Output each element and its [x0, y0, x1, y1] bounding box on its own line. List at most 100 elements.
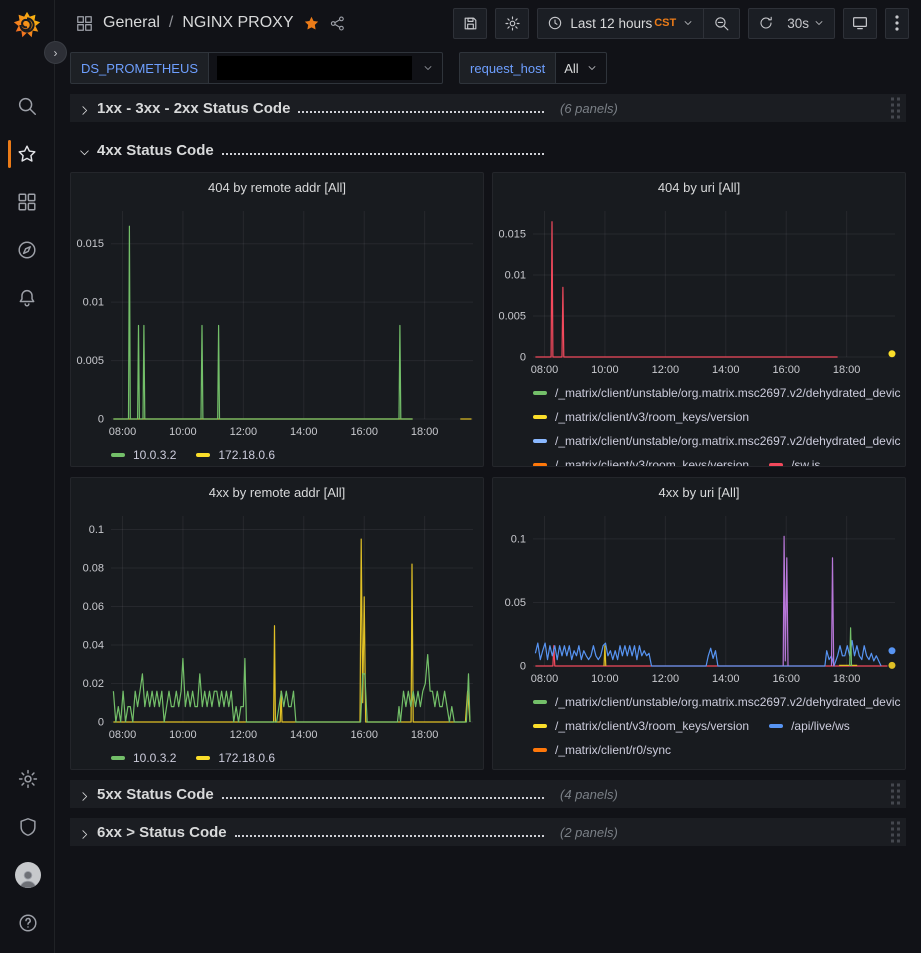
row-drag-handle[interactable] [891, 822, 900, 843]
sidebar-item-search[interactable] [0, 82, 55, 130]
row-dotted-leader [222, 797, 544, 799]
chart-canvas-404-remote-addr[interactable]: 08:0010:0012:0014:0016:0018:0000.0050.01… [71, 203, 483, 441]
legend-swatch [769, 724, 783, 728]
panel-title[interactable]: 4xx by uri [All] [493, 478, 905, 508]
legend-item[interactable]: 172.18.0.6 [196, 751, 275, 765]
legend-swatch [769, 463, 783, 467]
compass-icon [16, 239, 38, 261]
dashboard-variables-bar: DS_PROMETHEUS request_host All [55, 46, 921, 90]
chart-canvas-404-uri[interactable]: 08:0010:0012:0014:0016:0018:0000.0050.01… [493, 203, 905, 379]
legend-item[interactable]: /_matrix/client/v3/room_keys/version [533, 458, 749, 467]
legend-item[interactable]: /_matrix/client/v3/room_keys/version [533, 410, 749, 424]
sidebar-item-alerting[interactable] [0, 274, 55, 322]
legend-row: 10.0.3.2 172.18.0.6 [111, 746, 479, 770]
panel-title[interactable]: 404 by uri [All] [493, 173, 905, 203]
legend-swatch [533, 700, 547, 704]
chart-canvas-4xx-uri[interactable]: 08:0010:0012:0014:0016:0018:0000.050.1 [493, 508, 905, 688]
kebab-icon [895, 15, 899, 31]
svg-text:12:00: 12:00 [230, 426, 258, 438]
save-dashboard-button[interactable] [453, 8, 487, 39]
legend-label: /sw.js [791, 458, 820, 467]
row-dotted-leader [298, 111, 544, 113]
row-drag-handle[interactable] [891, 784, 900, 805]
gear-icon [17, 768, 39, 790]
dashboard-canvas: 1xx - 3xx - 2xx Status Code (6 panels) 4… [55, 90, 921, 953]
sidebar: › [0, 0, 55, 953]
refresh-interval-dropdown[interactable]: 30s [783, 9, 834, 38]
panel-404-by-uri: 404 by uri [All] 08:0010:0012:0014:0016:… [492, 172, 906, 467]
legend-item[interactable]: /_matrix/client/unstable/org.matrix.msc2… [533, 767, 901, 770]
row-dotted-leader [222, 153, 544, 155]
legend-item[interactable]: 10.0.3.2 [111, 448, 176, 462]
legend-item[interactable]: /api/live/ws [769, 719, 850, 733]
dashboard-settings-button[interactable] [495, 8, 529, 39]
legend-item[interactable]: /_matrix/client/unstable/org.matrix.msc2… [533, 695, 901, 709]
row-dotted-leader [235, 835, 544, 837]
sidebar-item-dashboards[interactable] [0, 178, 55, 226]
legend-row: /_matrix/client/r0/sync [533, 738, 901, 762]
svg-text:10:00: 10:00 [591, 673, 619, 685]
sidebar-item-starred[interactable] [0, 130, 55, 178]
gear-icon [504, 15, 521, 32]
legend-label: /api/live/ws [791, 719, 850, 733]
row-drag-handle[interactable] [891, 98, 900, 119]
legend-item[interactable]: /sw.js [769, 458, 820, 467]
panel-title[interactable]: 4xx by remote addr [All] [71, 478, 483, 508]
svg-text:0: 0 [98, 717, 104, 729]
breadcrumb-title[interactable]: NGINX PROXY [182, 14, 293, 32]
legend-label: 10.0.3.2 [133, 448, 176, 462]
refresh-interval-value: 30s [787, 16, 809, 31]
row-1xx-3xx-2xx[interactable]: 1xx - 3xx - 2xx Status Code (6 panels) [70, 94, 906, 122]
datasource-variable-dropdown[interactable] [209, 52, 443, 84]
legend-swatch [111, 756, 125, 760]
svg-text:08:00: 08:00 [109, 729, 137, 741]
sidebar-item-configuration[interactable] [0, 755, 55, 803]
legend-item[interactable]: /_matrix/client/unstable/org.matrix.msc2… [533, 386, 901, 400]
row-5xx[interactable]: 5xx Status Code (4 panels) [70, 780, 906, 808]
legend-swatch [533, 748, 547, 752]
sidebar-item-profile[interactable] [0, 851, 55, 899]
legend-item[interactable]: /_matrix/client/unstable/org.matrix.msc2… [533, 434, 901, 448]
time-range-picker[interactable]: Last 12 hours CST [538, 9, 703, 38]
more-options-button[interactable] [885, 8, 909, 39]
row-title: 5xx Status Code [97, 786, 214, 803]
legend-item[interactable]: 172.18.0.6 [196, 448, 275, 462]
svg-text:0: 0 [520, 661, 526, 673]
chevron-down-icon [78, 146, 91, 159]
panel-title[interactable]: 404 by remote addr [All] [71, 173, 483, 203]
grafana-logo[interactable] [12, 10, 42, 40]
row-4xx[interactable]: 4xx Status Code [70, 136, 906, 164]
datasource-variable-value-redacted [217, 56, 412, 80]
tv-mode-button[interactable] [843, 8, 877, 39]
sidebar-item-server-admin[interactable] [0, 803, 55, 851]
sidebar-item-explore[interactable] [0, 226, 55, 274]
favorite-star-icon[interactable] [303, 15, 320, 32]
legend-row: /_matrix/client/v3/room_keys/version/sw.… [533, 453, 901, 467]
panel-4xx-by-uri: 4xx by uri [All] 08:0010:0012:0014:0016:… [492, 477, 906, 770]
monitor-icon [851, 14, 869, 32]
refresh-button[interactable] [749, 9, 783, 38]
row-panel-count: (4 panels) [560, 787, 618, 802]
legend-item[interactable]: /_matrix/client/r0/sync [533, 743, 671, 757]
sidebar-expand-button[interactable]: › [44, 41, 67, 64]
panel-404-by-remote-addr: 404 by remote addr [All] 08:0010:0012:00… [70, 172, 484, 467]
legend-swatch [196, 756, 210, 760]
request-host-variable-dropdown[interactable]: All [556, 52, 606, 84]
chart-canvas-4xx-remote-addr[interactable]: 08:0010:0012:0014:0016:0018:0000.020.040… [71, 508, 483, 744]
legend-label: /_matrix/client/r0/sync [555, 743, 671, 757]
breadcrumb-section[interactable]: General [103, 14, 160, 32]
chart-legend: 10.0.3.2 172.18.0.6 [71, 441, 483, 467]
legend-label: /_matrix/client/unstable/org.matrix.msc2… [555, 386, 901, 400]
share-icon[interactable] [329, 15, 346, 32]
zoom-out-button[interactable] [704, 9, 739, 38]
chevron-down-icon [682, 17, 694, 29]
legend-swatch [533, 415, 547, 419]
legend-item[interactable]: 10.0.3.2 [111, 751, 176, 765]
row-6xx[interactable]: 6xx > Status Code (2 panels) [70, 818, 906, 846]
sidebar-item-help[interactable] [0, 899, 55, 947]
svg-text:08:00: 08:00 [109, 426, 137, 438]
legend-item[interactable]: /_matrix/client/v3/room_keys/version [533, 719, 749, 733]
legend-row: /_matrix/client/unstable/org.matrix.msc2… [533, 690, 901, 714]
zoom-out-icon [713, 15, 730, 32]
panel-4xx-by-remote-addr: 4xx by remote addr [All] 08:0010:0012:00… [70, 477, 484, 770]
